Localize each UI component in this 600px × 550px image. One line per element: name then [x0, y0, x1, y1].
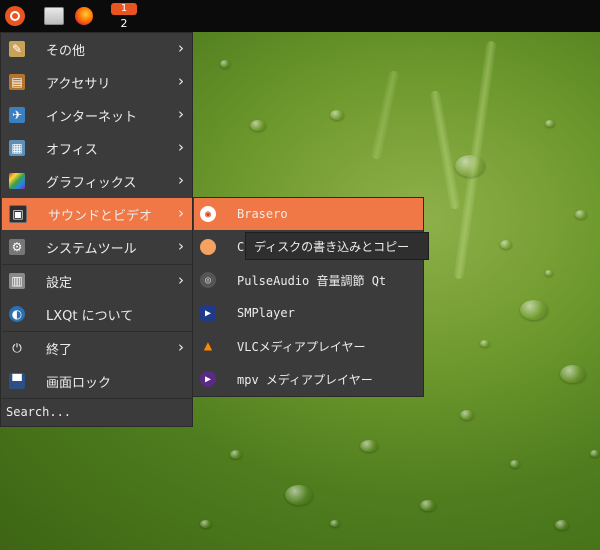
workspace-switcher[interactable]: 1 2	[111, 2, 137, 30]
menu-item-accessories[interactable]: ▤ アクセサリ ›	[2, 66, 192, 98]
top-panel: 1 2	[0, 0, 600, 32]
menu-separator	[2, 398, 192, 399]
submenu-item-label: mpv メディアプレイヤー	[237, 372, 373, 387]
submenu-item-label: SMPlayer	[237, 306, 295, 320]
chevron-right-icon: ›	[178, 237, 184, 255]
firefox-launcher[interactable]	[72, 4, 96, 28]
menu-item-misc[interactable]: ✎ その他 ›	[2, 33, 192, 65]
accessories-icon: ▤	[9, 74, 25, 90]
brasero-icon: ◉	[200, 206, 216, 222]
office-icon: ▦	[9, 140, 25, 156]
workspace-2-button[interactable]: 2	[111, 17, 137, 30]
ubuntu-logo-icon	[5, 6, 25, 26]
chevron-right-icon: ›	[178, 271, 184, 289]
lock-screen-icon: ▀	[9, 373, 25, 389]
internet-icon: ✈	[9, 107, 25, 123]
menu-item-system-tools[interactable]: ⚙ システムツール ›	[2, 231, 192, 263]
menu-item-sound-video[interactable]: ▣ サウンドとビデオ ›	[2, 198, 192, 230]
brasero-tooltip: ディスクの書き込みとコピー	[245, 232, 429, 260]
menu-item-label: 設定	[46, 275, 73, 291]
menu-item-label: 終了	[46, 342, 73, 358]
submenu-item-pulseaudio[interactable]: ◎ PulseAudio 音量調節 Qt	[194, 264, 423, 296]
menu-item-label: インターネット	[46, 109, 138, 125]
menu-item-about-lxqt[interactable]: ◐ LXQt について	[2, 298, 192, 330]
mpv-icon: ▶	[200, 371, 216, 387]
chevron-right-icon: ›	[178, 338, 184, 356]
submenu-item-vlc[interactable]: ▲ VLCメディアプレイヤー	[194, 330, 423, 362]
misc-icon: ✎	[9, 41, 25, 57]
menu-item-label: システムツール	[46, 241, 137, 257]
submenu-item-brasero[interactable]: ◉ Brasero	[194, 198, 423, 230]
menu-item-label: オフィス	[46, 142, 98, 158]
chevron-right-icon: ›	[178, 204, 184, 222]
menu-item-label: LXQt について	[46, 308, 134, 324]
menu-search-input[interactable]: Search...	[6, 405, 71, 419]
workspace-1-button[interactable]: 1	[111, 3, 137, 15]
menu-item-label: その他	[46, 43, 86, 59]
submenu-item-label: VLCメディアプレイヤー	[237, 339, 366, 354]
settings-icon: ▥	[9, 273, 25, 289]
system-tools-icon: ⚙	[9, 239, 25, 255]
file-manager-launcher[interactable]	[42, 4, 66, 28]
chevron-right-icon: ›	[178, 72, 184, 90]
menu-item-graphics[interactable]: グラフィックス ›	[2, 165, 192, 197]
clementine-icon	[200, 239, 216, 255]
power-icon: ⏻	[12, 340, 22, 355]
menu-item-lock-screen[interactable]: ▀ 画面ロック	[2, 365, 192, 397]
file-manager-icon	[44, 7, 64, 25]
menu-item-label: サウンドとビデオ	[48, 208, 153, 224]
pulseaudio-icon: ◎	[200, 272, 216, 288]
smplayer-icon: ▶	[200, 305, 216, 321]
chevron-right-icon: ›	[178, 39, 184, 57]
submenu-item-label: PulseAudio 音量調節 Qt	[237, 273, 387, 288]
sound-video-icon: ▣	[9, 205, 27, 223]
sound-video-submenu: ◉ Brasero Cl ◎ PulseAudio 音量調節 Qt ▶ SMPl…	[192, 197, 424, 397]
application-menu: ✎ その他 › ▤ アクセサリ › ✈ インターネット › ▦ オフィス › グ…	[0, 32, 193, 427]
submenu-item-smplayer[interactable]: ▶ SMPlayer	[194, 297, 423, 329]
menu-item-leave[interactable]: ⏻ 終了 ›	[2, 332, 192, 364]
menu-item-office[interactable]: ▦ オフィス ›	[2, 132, 192, 164]
chevron-right-icon: ›	[178, 171, 184, 189]
menu-item-settings[interactable]: ▥ 設定 ›	[2, 265, 192, 297]
chevron-right-icon: ›	[178, 105, 184, 123]
submenu-item-mpv[interactable]: ▶ mpv メディアプレイヤー	[194, 363, 423, 395]
menu-item-label: 画面ロック	[46, 375, 112, 391]
main-menu-button[interactable]	[3, 4, 27, 28]
menu-item-internet[interactable]: ✈ インターネット ›	[2, 99, 192, 131]
chevron-right-icon: ›	[178, 138, 184, 156]
vlc-icon: ▲	[203, 338, 213, 354]
firefox-icon	[75, 7, 93, 25]
submenu-item-label: Brasero	[237, 207, 288, 221]
menu-item-label: グラフィックス	[46, 175, 137, 191]
lxqt-icon: ◐	[9, 306, 25, 322]
menu-item-label: アクセサリ	[46, 76, 111, 92]
graphics-icon	[9, 173, 25, 189]
